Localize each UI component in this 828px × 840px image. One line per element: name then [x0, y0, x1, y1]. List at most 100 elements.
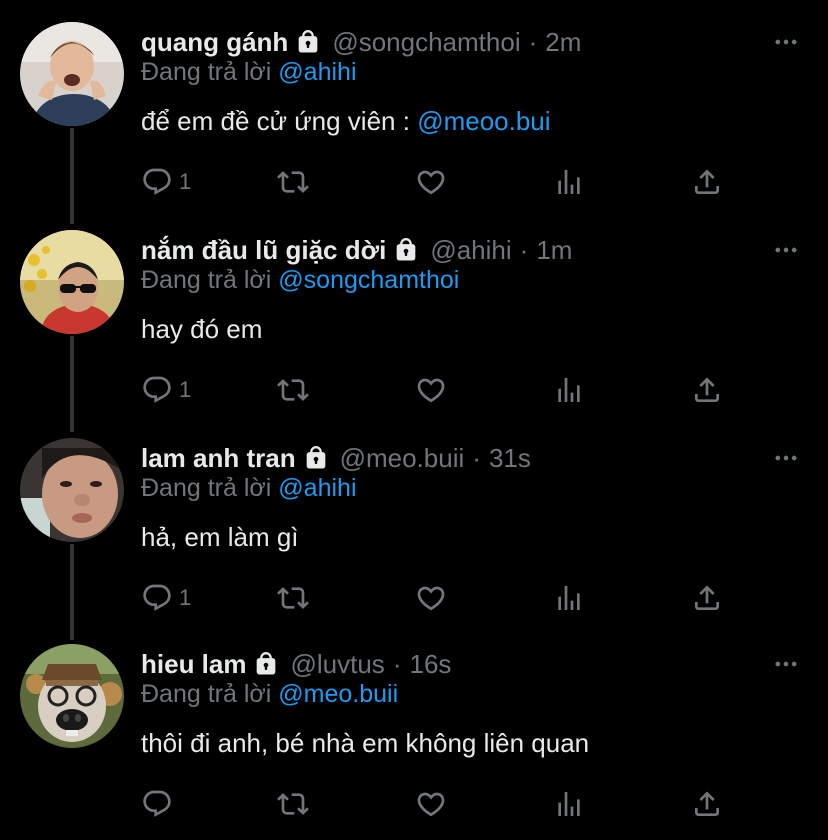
tweet[interactable]: lam anh tran @meo.buii · 31s Đang trả lờ… [0, 438, 828, 638]
analytics-icon [553, 166, 585, 198]
reply-button[interactable]: 1 [141, 578, 191, 618]
reply-count: 1 [179, 169, 192, 194]
reply-button[interactable] [141, 784, 179, 824]
share-icon [691, 788, 723, 820]
retweet-button[interactable] [277, 370, 309, 410]
like-icon [415, 374, 447, 406]
handle[interactable]: @luvtus [290, 649, 384, 680]
analytics-icon [553, 788, 585, 820]
display-name[interactable]: lam anh tran [141, 443, 296, 474]
share-icon [691, 582, 723, 614]
like-button[interactable] [415, 784, 447, 824]
share-button[interactable] [691, 784, 723, 824]
separator-dot: · [519, 234, 529, 265]
more-icon[interactable] [772, 28, 800, 56]
tweet-text-main: để em đề cử ứng viên : [141, 106, 418, 136]
retweet-icon [277, 374, 309, 406]
tweet-header: quang gánh @songchamthoi · 2m [141, 22, 581, 62]
more-icon[interactable] [772, 650, 800, 678]
tweet-text: để em đề cử ứng viên : @meoo.bui [141, 106, 551, 137]
analytics-button[interactable] [553, 784, 585, 824]
retweet-button[interactable] [277, 162, 309, 202]
tweet-text: hả, em làm gì [141, 522, 299, 553]
lock-icon [294, 28, 322, 56]
separator-dot: · [392, 648, 402, 679]
reply-button[interactable]: 1 [141, 162, 191, 202]
reply-count: 1 [179, 585, 192, 610]
analytics-icon [553, 582, 585, 614]
reply-icon [141, 374, 173, 406]
reply-prefix: Đang trả lời [141, 680, 272, 708]
tweet[interactable]: quang gánh @songchamthoi · 2m Đang trả l… [0, 22, 828, 222]
action-bar [141, 784, 741, 824]
tweet-header: lam anh tran @meo.buii · 31s [141, 438, 531, 478]
reply-mention-link[interactable]: @ahihi [278, 474, 356, 502]
analytics-icon [553, 374, 585, 406]
tweet-text: thôi đi anh, bé nhà em không liên quan [141, 728, 589, 759]
handle[interactable]: @songchamthoi [332, 27, 520, 58]
tweet-text-main: hay đó em [141, 314, 263, 344]
reply-button[interactable]: 1 [141, 370, 191, 410]
separator-dot: · [528, 26, 538, 57]
reply-prefix: Đang trả lời [141, 474, 272, 502]
tweet-text: hay đó em [141, 314, 262, 345]
retweet-icon [277, 166, 309, 198]
tweet[interactable]: nắm đầu lũ giặc dời @ahihi · 1m Đang trả… [0, 230, 828, 430]
more-icon[interactable] [772, 444, 800, 472]
avatar[interactable] [20, 22, 124, 126]
like-icon [415, 582, 447, 614]
avatar[interactable] [20, 644, 124, 748]
reply-context: Đang trả lời @ahihi [141, 474, 357, 503]
mention-link[interactable]: @meoo.bui [417, 106, 550, 136]
analytics-button[interactable] [553, 162, 585, 202]
tweet-text-main: thôi đi anh, bé nhà em không liên quan [141, 728, 590, 758]
analytics-button[interactable] [553, 578, 585, 618]
action-bar: 1 [141, 162, 741, 202]
lock-icon [392, 236, 420, 264]
like-button[interactable] [415, 162, 447, 202]
timestamp[interactable]: 16s [409, 649, 451, 680]
share-button[interactable] [691, 578, 723, 618]
like-button[interactable] [415, 370, 447, 410]
reply-icon [141, 582, 173, 614]
display-name[interactable]: hieu lam [141, 649, 246, 680]
reply-context: Đang trả lời @ahihi [141, 58, 357, 87]
share-button[interactable] [691, 162, 723, 202]
timestamp[interactable]: 2m [545, 27, 581, 58]
action-bar: 1 [141, 578, 741, 618]
lock-icon [252, 650, 280, 678]
reply-prefix: Đang trả lời [141, 266, 272, 294]
reply-mention-link[interactable]: @songchamthoi [278, 266, 459, 294]
separator-dot: · [472, 442, 481, 473]
retweet-button[interactable] [277, 578, 309, 618]
display-name[interactable]: quang gánh [141, 27, 288, 58]
more-icon[interactable] [772, 236, 800, 264]
share-icon [691, 166, 723, 198]
retweet-button[interactable] [277, 784, 309, 824]
share-icon [691, 374, 723, 406]
reply-prefix: Đang trả lời [141, 58, 272, 86]
like-icon [415, 166, 447, 198]
tweet-text-main: hả, em làm gì [141, 522, 299, 552]
retweet-icon [277, 582, 309, 614]
timestamp[interactable]: 31s [489, 443, 531, 474]
reply-count: 1 [179, 377, 192, 402]
like-icon [415, 788, 447, 820]
tweet[interactable]: hieu lam @luvtus · 16s Đang trả lời @meo… [0, 644, 828, 834]
avatar[interactable] [20, 230, 124, 334]
share-button[interactable] [691, 370, 723, 410]
tweet-header: hieu lam @luvtus · 16s [141, 644, 451, 684]
reply-context: Đang trả lời @songchamthoi [141, 266, 459, 295]
display-name[interactable]: nắm đầu lũ giặc dời [141, 235, 386, 266]
timestamp[interactable]: 1m [536, 235, 572, 266]
reply-icon [141, 166, 173, 198]
avatar[interactable] [20, 438, 124, 542]
analytics-button[interactable] [553, 370, 585, 410]
tweet-header: nắm đầu lũ giặc dời @ahihi · 1m [141, 230, 572, 270]
action-bar: 1 [141, 370, 741, 410]
reply-mention-link[interactable]: @ahihi [278, 58, 356, 86]
reply-mention-link[interactable]: @meo.buii [278, 680, 398, 708]
like-button[interactable] [415, 578, 447, 618]
handle[interactable]: @meo.buii [340, 443, 465, 474]
handle[interactable]: @ahihi [430, 235, 511, 266]
